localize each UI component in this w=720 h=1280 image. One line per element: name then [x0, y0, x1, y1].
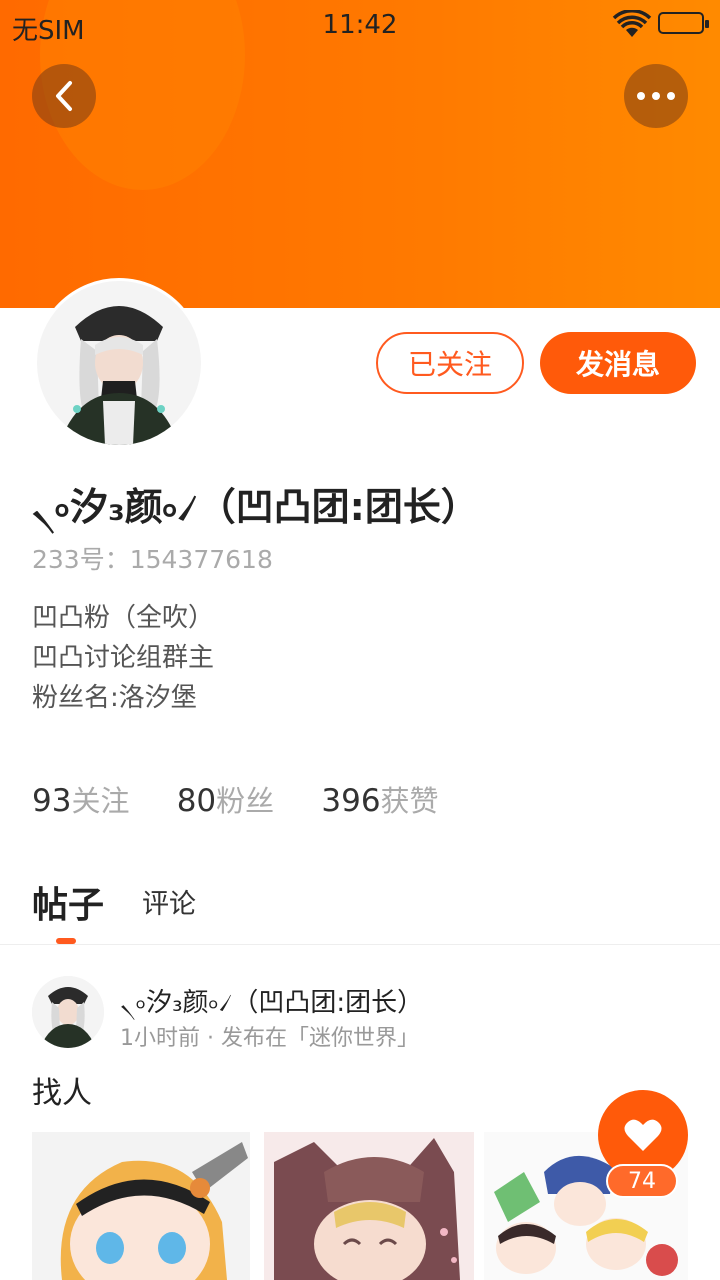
post-image[interactable] [32, 1132, 250, 1280]
stat-followers[interactable]: 80粉丝 [177, 778, 274, 820]
stat-following[interactable]: 93关注 [32, 778, 129, 820]
bio-line: 粉丝名:洛汐堡 [32, 683, 197, 713]
stat-likes-label: 获赞 [380, 784, 439, 818]
post-meta: 1小时前 · 发布在「迷你世界」 [120, 1026, 419, 1051]
like-count-badge: 74 [606, 1164, 678, 1198]
tab-comments[interactable]: 评论 [142, 882, 196, 921]
profile-name: ৲৹汐₃颜৹৴（凹凸团:团长） [32, 485, 479, 529]
wifi-icon [612, 10, 652, 37]
heart-icon [624, 1119, 662, 1151]
more-horizontal-icon [637, 92, 675, 100]
bio-line: 凹凸讨论组群主 [32, 643, 215, 673]
more-button[interactable] [624, 64, 688, 128]
post-image[interactable] [264, 1132, 474, 1280]
post-author-avatar[interactable] [32, 976, 104, 1048]
post-image-illustration [32, 1132, 250, 1280]
avatar-image [32, 976, 104, 1048]
profile-bio: 凹凸粉（全吹） 凹凸讨论组群主 粉丝名:洛汐堡 [32, 598, 214, 718]
tabs-divider [0, 944, 720, 945]
stat-followers-label: 粉丝 [216, 784, 275, 818]
bio-line: 凹凸粉（全吹） [32, 603, 215, 633]
tab-posts[interactable]: 帖子 [32, 876, 104, 928]
post-text[interactable]: 找人 [32, 1068, 92, 1112]
profile-avatar[interactable] [34, 278, 204, 448]
post-image-illustration [264, 1132, 474, 1280]
stat-likes-count: 396 [321, 783, 381, 819]
profile-uid: 233号：154377618 [32, 545, 273, 574]
status-bar: 无SIM 11:42 [0, 0, 720, 50]
chevron-left-icon [56, 81, 72, 111]
profile-stats: 93关注 80粉丝 396获赞 [32, 778, 477, 820]
avatar-image [37, 281, 201, 445]
back-button[interactable] [32, 64, 96, 128]
stat-following-label: 关注 [71, 784, 130, 818]
following-button[interactable]: 已关注 [376, 332, 524, 394]
stat-followers-count: 80 [176, 783, 217, 819]
stat-likes: 396获赞 [321, 778, 438, 820]
battery-icon [658, 12, 709, 34]
stat-following-count: 93 [32, 783, 72, 819]
send-message-button[interactable]: 发消息 [540, 332, 696, 394]
